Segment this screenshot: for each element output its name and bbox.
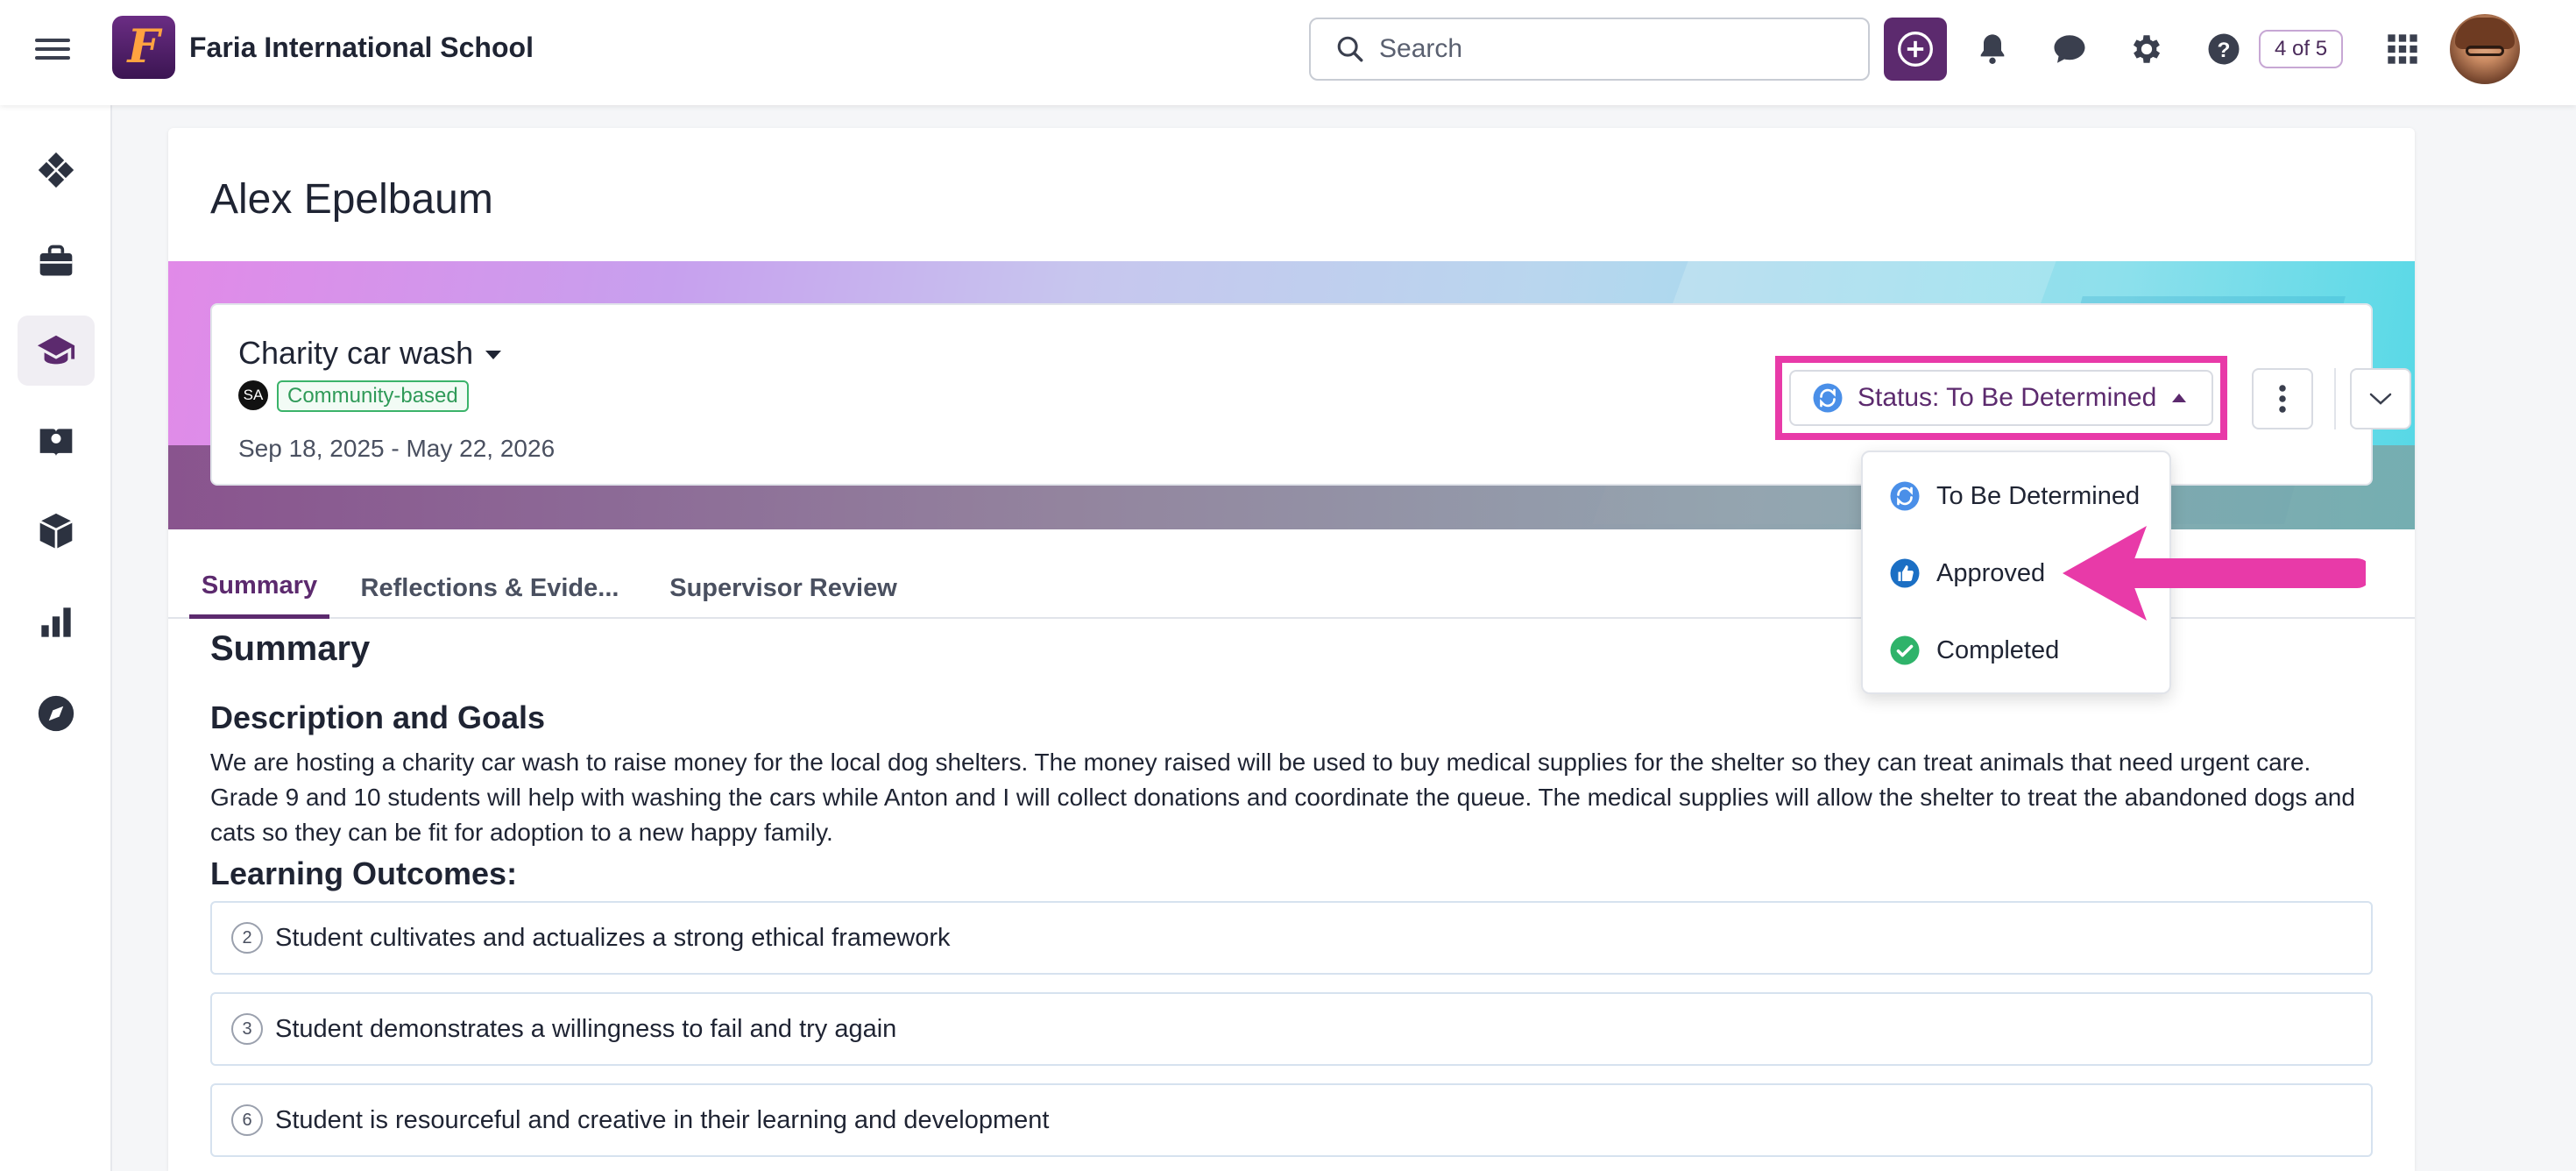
- outcome-number: 2: [231, 922, 263, 954]
- outcome-text: Student is resourceful and creative in t…: [275, 1105, 1050, 1134]
- status-option-to-be-determined[interactable]: To Be Determined: [1889, 475, 2140, 517]
- svg-text:?: ?: [2218, 39, 2231, 62]
- search-box[interactable]: [1309, 18, 1870, 81]
- activity-dates: Sep 18, 2025 - May 22, 2026: [238, 435, 556, 462]
- description-heading: Description and Goals: [210, 699, 546, 735]
- student-name: Alex Epelbaum: [210, 176, 493, 223]
- status-label: Status: To Be Determined: [1858, 383, 2157, 412]
- apps-grid-icon[interactable]: [2380, 26, 2425, 72]
- more-vertical-icon: [2279, 385, 2286, 413]
- cube-icon: [39, 513, 73, 550]
- help-icon[interactable]: ?: [2201, 26, 2247, 72]
- logo-letter: F: [127, 20, 160, 74]
- add-button[interactable]: [1884, 18, 1947, 81]
- compass-icon: [38, 695, 74, 732]
- sync-icon: [1813, 383, 1843, 413]
- description-text: We are hosting a charity car wash to rai…: [210, 749, 2355, 846]
- tab-summary[interactable]: Summary: [189, 557, 329, 619]
- annotation-arrow: [2063, 526, 2366, 621]
- plus-circle-icon: [1898, 32, 1933, 67]
- status-dropdown-button[interactable]: Status: To Be Determined: [1789, 370, 2213, 426]
- option-label: Completed: [1936, 635, 2060, 664]
- check-circle-icon: [1890, 635, 1920, 665]
- briefcase-icon: [39, 245, 73, 276]
- top-bar: F Faria International School ? 4 of 5: [0, 0, 2576, 105]
- outcome-text: Student demonstrates a willingness to fa…: [275, 1014, 897, 1043]
- sidebar-item-portfolio[interactable]: [18, 226, 95, 296]
- search-input[interactable]: [1379, 34, 1852, 64]
- settings-gear-icon[interactable]: [2124, 26, 2169, 72]
- notifications-icon[interactable]: [1970, 26, 2015, 72]
- sidebar: [0, 105, 112, 1171]
- activity-title-dropdown[interactable]: Charity car wash: [238, 335, 502, 372]
- sidebar-item-explore[interactable]: [18, 407, 95, 477]
- activity-title: Charity car wash: [238, 335, 474, 371]
- learning-outcomes-heading: Learning Outcomes:: [210, 855, 518, 891]
- sidebar-item-resources[interactable]: [18, 496, 95, 566]
- sidebar-item-dashboard[interactable]: [18, 135, 95, 205]
- status-option-completed[interactable]: Completed: [1889, 629, 2059, 671]
- search-icon: [1337, 36, 1363, 62]
- learning-outcome-row[interactable]: 2 Student cultivates and actualizes a st…: [210, 901, 2373, 975]
- divider: [2334, 368, 2336, 429]
- thumbs-up-icon: [1890, 558, 1920, 588]
- messages-icon[interactable]: [2047, 26, 2092, 72]
- school-name: Faria International School: [189, 32, 534, 63]
- page-counter-badge[interactable]: 4 of 5: [2259, 30, 2344, 68]
- caret-down-icon: [485, 351, 502, 359]
- status-option-approved[interactable]: Approved: [1889, 552, 2045, 594]
- outcome-number: 3: [231, 1013, 263, 1045]
- sync-icon: [1890, 481, 1920, 511]
- option-label: To Be Determined: [1936, 481, 2141, 510]
- caret-up-icon: [2172, 394, 2187, 402]
- learning-outcome-row[interactable]: 6 Student is resourceful and creative in…: [210, 1083, 2373, 1157]
- outcome-number: 6: [231, 1104, 263, 1136]
- sidebar-item-navigate[interactable]: [18, 678, 95, 749]
- dashboard-icon: [38, 152, 74, 188]
- graduation-cap-icon: [37, 335, 75, 365]
- sidebar-item-reports[interactable]: [18, 587, 95, 657]
- expand-button[interactable]: [2350, 368, 2411, 429]
- user-avatar[interactable]: [2450, 14, 2520, 84]
- outcome-text: Student cultivates and actualizes a stro…: [275, 923, 951, 952]
- more-options-button[interactable]: [2252, 368, 2313, 429]
- tab-reflections-evidence[interactable]: Reflections & Evide...: [350, 557, 629, 619]
- chevron-down-icon: [2369, 393, 2392, 405]
- activity-type-tag: Community-based: [277, 380, 469, 412]
- menu-icon[interactable]: [35, 33, 70, 68]
- sidebar-item-learning[interactable]: [18, 316, 95, 386]
- map-book-icon: [39, 429, 73, 457]
- tab-supervisor-review[interactable]: Supervisor Review: [659, 557, 908, 619]
- school-logo[interactable]: F: [112, 16, 175, 79]
- summary-heading: Summary: [210, 629, 371, 668]
- bar-chart-icon: [41, 607, 71, 637]
- learning-outcome-row[interactable]: 3 Student demonstrates a willingness to …: [210, 992, 2373, 1066]
- option-label: Approved: [1936, 558, 2046, 587]
- supervisor-initials-badge: SA: [238, 380, 268, 410]
